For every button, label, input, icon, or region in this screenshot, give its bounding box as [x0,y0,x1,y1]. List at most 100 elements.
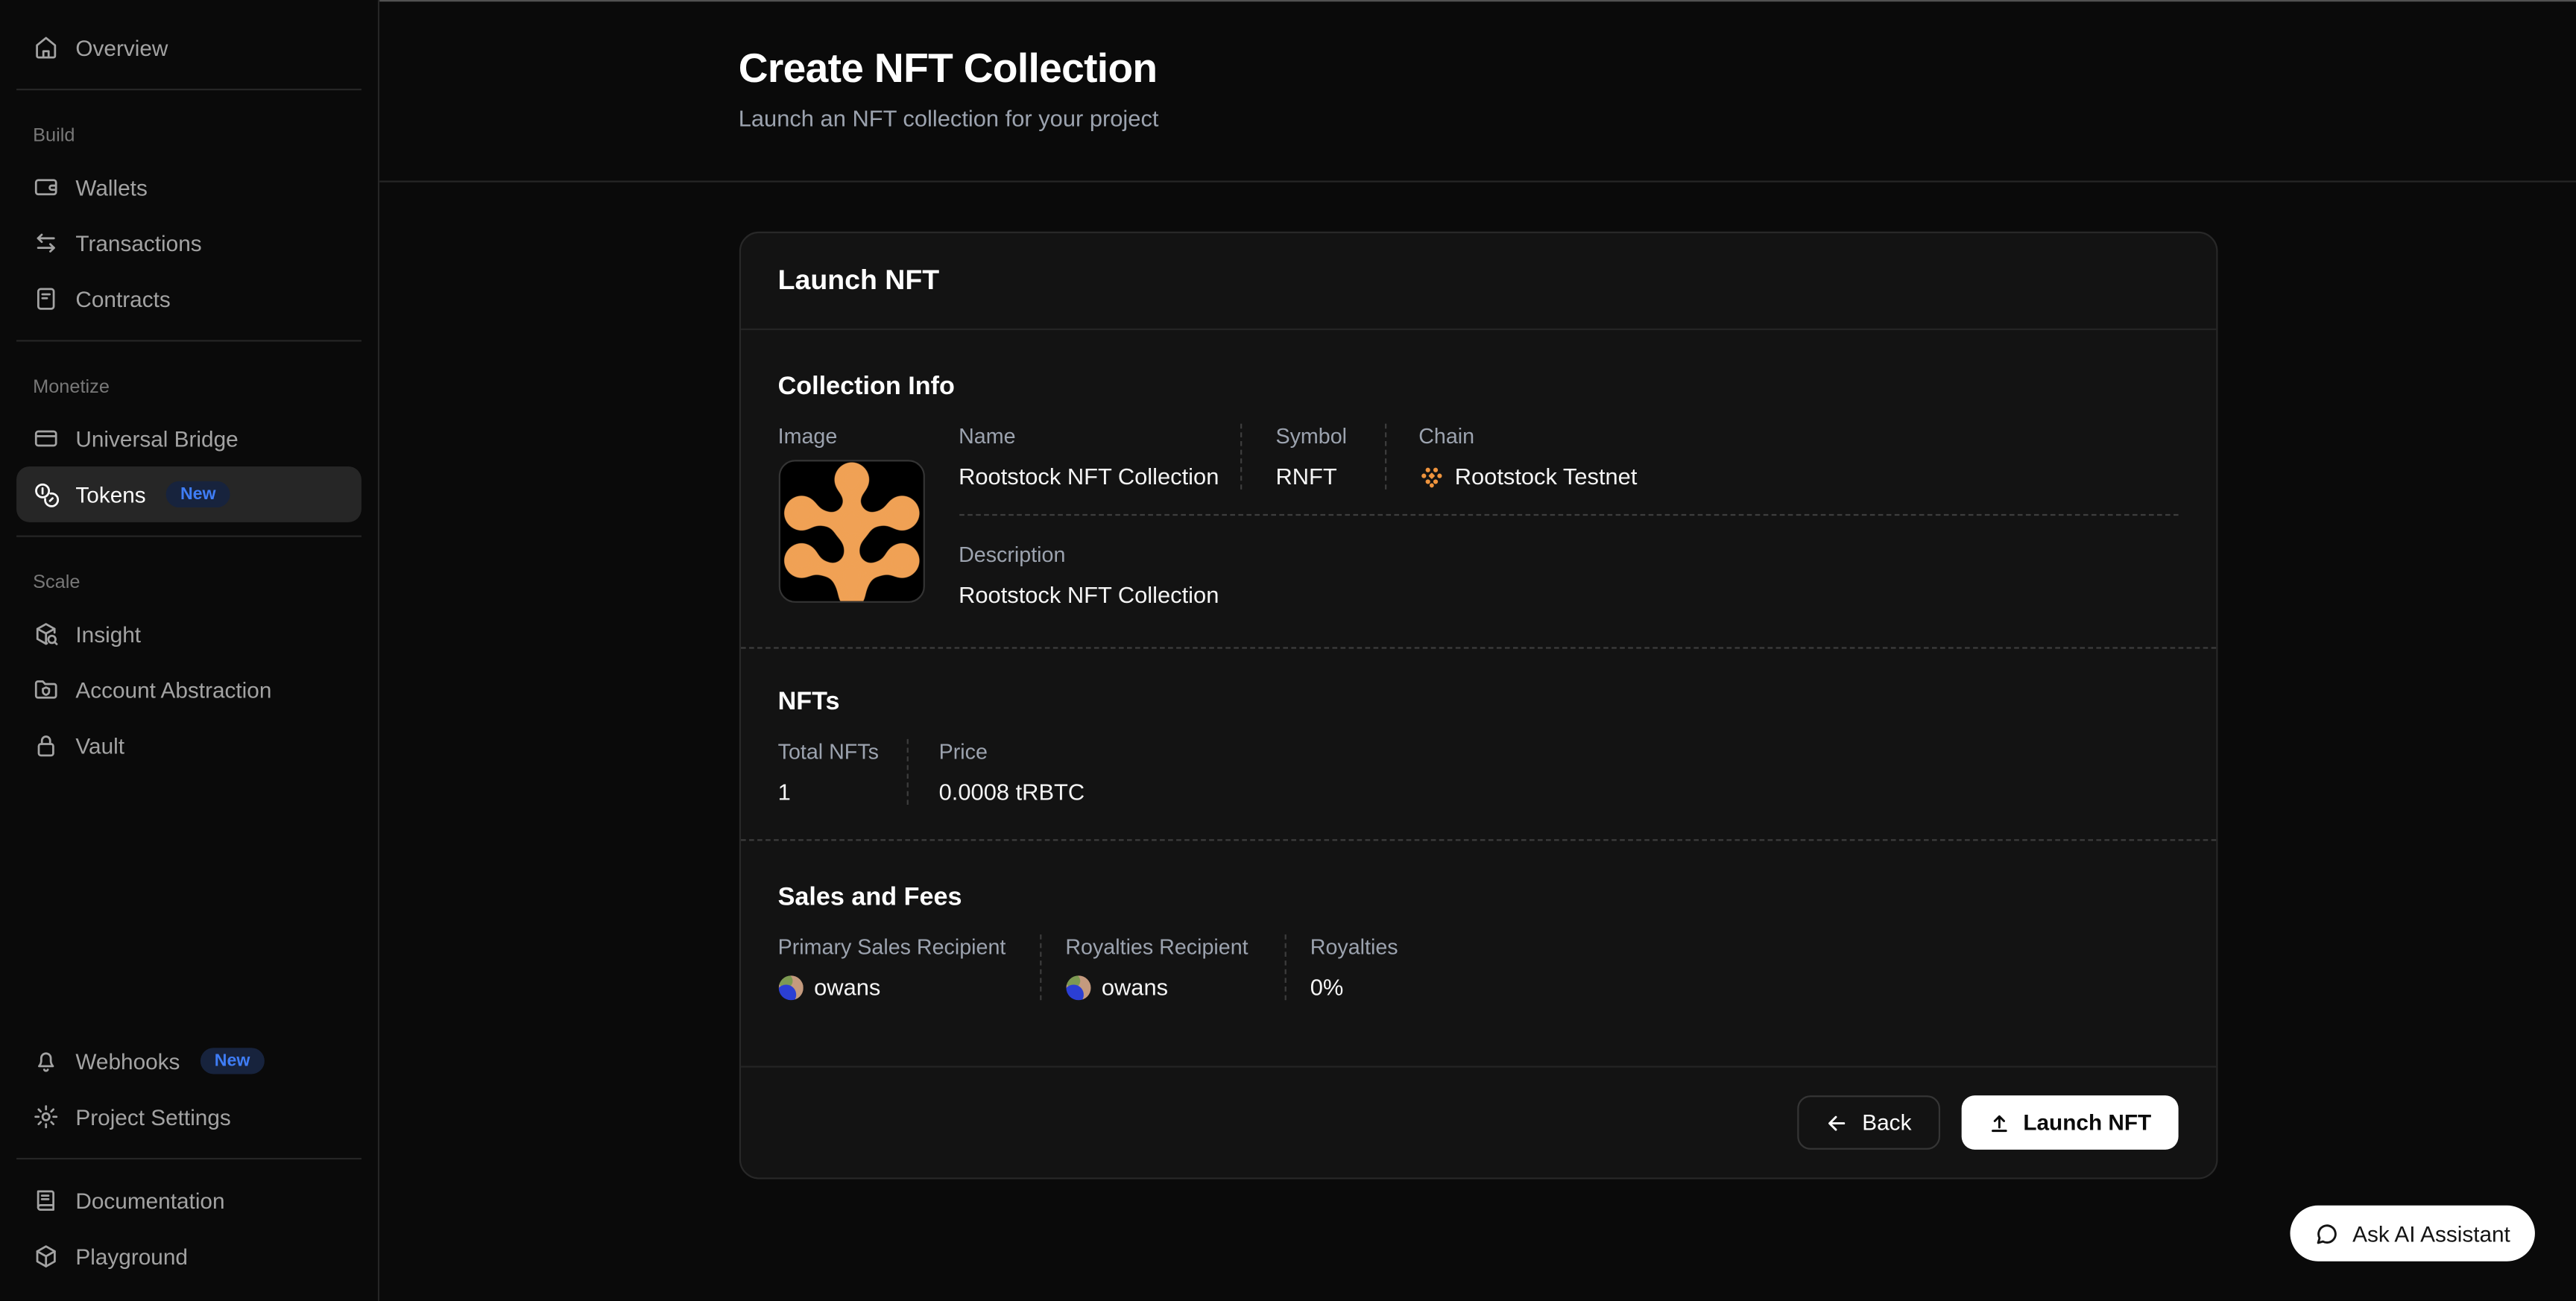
wallet-icon [33,174,59,200]
launch-nft-card: Launch NFT Collection Info Image [739,232,2217,1180]
sidebar-item-label: Account Abstraction [75,677,271,702]
price-column: Price 0.0008 tRBTC [906,739,1085,805]
image-label: Image [778,424,959,449]
royalties-column: Royalties 0% [1284,934,1398,1000]
sidebar-item-label: Documentation [75,1188,224,1213]
sidebar-group-label-monetize: Monetize [16,355,362,411]
total-nfts-label: Total NFTs [778,739,906,764]
package-search-icon [33,621,59,647]
primary-sales-value: owans [814,974,880,1000]
symbol-value: RNFT [1275,463,1383,490]
royalties-recipient-column: Royalties Recipient owans [1039,934,1284,1000]
page-content: Launch NFT Collection Info Image [379,183,2576,1180]
arrows-left-right-icon [33,230,59,256]
total-nfts-column: Total NFTs 1 [778,739,906,805]
main-area: Create NFT Collection Launch an NFT coll… [379,0,2576,1301]
sidebar-item-overview[interactable]: Overview [16,19,362,75]
cube-icon [33,1243,59,1269]
royalties-label: Royalties [1310,934,1398,959]
chat-bubble-icon [2314,1221,2339,1246]
total-nfts-value: 1 [778,779,906,805]
ask-ai-assistant-label: Ask AI Assistant [2352,1221,2510,1246]
sidebar-item-label: Wallets [75,175,147,200]
sidebar-item-wallets[interactable]: Wallets [16,159,362,215]
sidebar-bottom: Webhooks New Project Settings Documentat… [16,1033,362,1284]
rootstock-dots-icon [1418,464,1443,489]
collection-info-section: Collection Info Image [740,330,2215,647]
sidebar-item-label: Insight [75,621,141,646]
sidebar-item-label: Tokens [75,482,145,507]
sidebar-divider [16,1158,362,1159]
nfts-heading: NFTs [778,689,2178,718]
sidebar-item-label: Overview [75,35,168,60]
primary-sales-column: Primary Sales Recipient owans [778,934,1039,1000]
sales-fees-heading: Sales and Fees [778,884,2178,914]
chain-value: Rootstock Testnet [1455,463,1638,490]
royalties-value: 0% [1310,974,1398,1000]
collection-info-heading: Collection Info [778,373,2178,402]
sidebar-item-account-abstraction[interactable]: Account Abstraction [16,662,362,718]
chain-value-row: Rootstock Testnet [1418,463,2177,490]
back-button[interactable]: Back [1798,1095,1939,1150]
sidebar-group-label-scale: Scale [16,550,362,606]
symbol-label: Symbol [1275,424,1383,449]
page-subtitle: Launch an NFT collection for your projec… [739,105,2217,131]
sidebar-item-label: Universal Bridge [75,426,238,451]
name-label: Name [959,424,1240,449]
sidebar-group-label-build: Build [16,104,362,159]
page-title: Create NFT Collection [739,46,2217,94]
name-column: Name Rootstock NFT Collection [959,424,1240,490]
home-icon [33,34,59,60]
card-title: Launch NFT [778,265,2178,297]
nft-collection-image [778,460,924,603]
royalties-recipient-label: Royalties Recipient [1065,934,1284,959]
sidebar-item-label: Project Settings [75,1104,230,1129]
primary-sales-value-row: owans [778,974,1039,1000]
price-label: Price [939,739,1085,764]
sidebar-item-playground[interactable]: Playground [16,1229,362,1285]
sidebar-item-transactions[interactable]: Transactions [16,215,362,271]
arrow-left-icon [1826,1111,1849,1134]
sidebar-item-documentation[interactable]: Documentation [16,1173,362,1229]
back-button-label: Back [1862,1110,1911,1135]
name-value: Rootstock NFT Collection [959,463,1240,490]
coins-icon [33,481,59,507]
description-value: Rootstock NFT Collection [959,581,2177,607]
description-label: Description [959,542,2177,566]
new-badge: New [165,481,230,507]
sidebar-item-vault[interactable]: Vault [16,718,362,773]
launch-nft-button-label: Launch NFT [2023,1110,2151,1135]
sidebar-item-label: Transactions [75,231,201,256]
sidebar-item-label: Playground [75,1244,188,1269]
sidebar-item-universal-bridge[interactable]: Universal Bridge [16,411,362,466]
row-divider [959,514,2177,516]
sales-fees-section: Sales and Fees Primary Sales Recipient o… [740,841,2215,1066]
book-icon [33,1188,59,1214]
sidebar-item-insight[interactable]: Insight [16,606,362,662]
nft-artwork [780,461,923,601]
ask-ai-assistant-button[interactable]: Ask AI Assistant [2290,1206,2535,1262]
sidebar-divider [16,89,362,90]
sidebar-item-project-settings[interactable]: Project Settings [16,1089,362,1145]
file-text-icon [33,286,59,312]
folder-shield-icon [33,677,59,703]
lock-icon [33,732,59,759]
royalties-recipient-value: owans [1102,974,1168,1000]
avatar [1065,975,1090,999]
credit-card-icon [33,425,59,452]
sidebar-item-label: Vault [75,733,124,758]
collection-fields: Name Rootstock NFT Collection Symbol RNF… [959,424,2177,608]
launch-nft-button[interactable]: Launch NFT [1961,1095,2178,1150]
sidebar-item-contracts[interactable]: Contracts [16,271,362,327]
primary-sales-label: Primary Sales Recipient [778,934,1039,959]
sidebar-item-webhooks[interactable]: Webhooks New [16,1033,362,1089]
sidebar: Overview Build Wallets Transactions Cont… [0,0,379,1301]
chain-column: Chain [1384,424,2178,490]
price-value: 0.0008 tRBTC [939,779,1085,805]
sidebar-item-tokens[interactable]: Tokens New [16,466,362,522]
sidebar-divider [16,536,362,537]
card-header: Launch NFT [740,233,2215,330]
sidebar-item-label: Webhooks [75,1048,180,1073]
page-header: Create NFT Collection Launch an NFT coll… [379,1,2576,182]
avatar [778,975,803,999]
